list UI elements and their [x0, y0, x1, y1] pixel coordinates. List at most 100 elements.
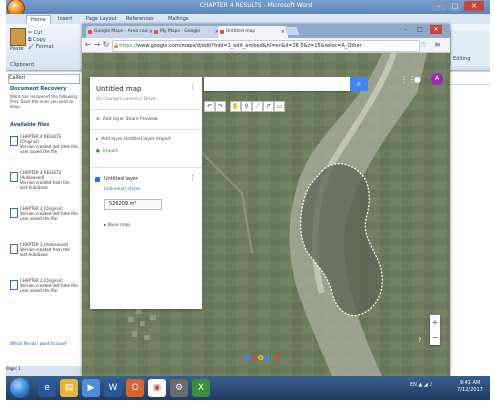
chrome-taskbar-icon[interactable]: ◉: [148, 379, 166, 397]
start-button-icon[interactable]: [10, 378, 30, 398]
map-actions-label: Add layer Share Preview: [102, 117, 158, 122]
recovery-file-item[interactable]: CHAPTER 3 [Autosaved] Version created fro…: [8, 242, 80, 272]
browser-tab[interactable]: Untitled map ×: [218, 26, 288, 38]
tab-mailings[interactable]: Mailings: [164, 15, 193, 23]
divider: [90, 167, 202, 168]
forward-icon[interactable]: →: [93, 40, 101, 50]
pin-icon: ●: [96, 149, 100, 154]
browser-menu-icon[interactable]: ≡: [434, 40, 441, 49]
minimize-button[interactable]: –: [432, 1, 446, 11]
add-layer-icon: ⊕: [96, 117, 100, 122]
file-subtitle: Version created from the last AutoSave: [20, 180, 70, 190]
account-avatar[interactable]: A: [431, 73, 443, 85]
map-side-panel: Untitled map ⋮ All changes saved in Driv…: [90, 77, 202, 309]
measured-area-value: 526209 m²: [104, 199, 162, 210]
map-actions-row[interactable]: ⊕ Add layer Share Preview: [96, 117, 158, 122]
help-icon[interactable]: ?: [418, 337, 421, 344]
system-tray[interactable]: EN ▲ ◢ ♪: [410, 382, 433, 388]
directions-icon[interactable]: ↱: [263, 101, 274, 112]
url-scheme: https://: [119, 43, 138, 49]
individual-styles-link[interactable]: Individual styles: [104, 187, 140, 192]
hand-icon[interactable]: ✋: [230, 101, 241, 112]
recovery-file-item[interactable]: CHAPTER 3 [Original] Version created last…: [8, 206, 80, 236]
favicon-icon: [88, 30, 92, 34]
recovery-note: Word has recovered the following files. …: [10, 94, 78, 109]
map-options-icon[interactable]: ⋮: [189, 83, 196, 91]
marker-icon[interactable]: ⚲: [241, 101, 252, 112]
recovery-heading: Document Recovery: [10, 86, 67, 92]
undo-icon[interactable]: ↶: [204, 101, 215, 112]
browser-window: Google Maps - Area calc × My Maps - Googl…: [82, 24, 450, 376]
maximize-button[interactable]: □: [448, 1, 462, 11]
base-map-toggle[interactable]: ▸ Base map: [104, 223, 130, 228]
word-taskbar-icon[interactable]: W: [104, 379, 122, 397]
layer-checkbox[interactable]: [95, 177, 100, 182]
redo-icon[interactable]: ↷: [215, 101, 226, 112]
outlook-taskbar-icon[interactable]: O: [126, 379, 144, 397]
browser-close-button[interactable]: ✕: [430, 25, 442, 34]
tab-page-layout[interactable]: Page Layout: [82, 15, 121, 23]
paste-icon[interactable]: [10, 28, 26, 46]
file-subtitle: Version created last time the user saved…: [20, 283, 78, 293]
settings-taskbar-icon[interactable]: ⚙: [170, 379, 188, 397]
font-select[interactable]: Calibri: [8, 74, 80, 84]
recovery-file-item[interactable]: CHAPTER 4 RESULTS [Original] Version crea…: [8, 134, 80, 164]
notifications-icon[interactable]: ●: [414, 75, 421, 84]
recovery-file-item[interactable]: CHAPTER 2 [Original] Version created last…: [8, 278, 80, 308]
cut-button[interactable]: ✂ Cut: [28, 30, 42, 36]
zoom-out-button[interactable]: −: [430, 330, 440, 345]
close-button[interactable]: ✕: [464, 1, 484, 11]
bookmark-star-icon[interactable]: ☆: [420, 40, 427, 49]
map-search-button[interactable]: ⌕: [350, 77, 368, 91]
tab-references[interactable]: References: [122, 15, 158, 23]
recovery-file-item[interactable]: CHAPTER 4 RESULTS [Autosaved] Version cre…: [8, 170, 80, 200]
map-title[interactable]: Untitled map: [96, 85, 141, 93]
search-icon: ⌕: [356, 79, 362, 88]
excel-taskbar-icon[interactable]: X: [192, 379, 210, 397]
map-search-input[interactable]: [204, 77, 350, 91]
windows-taskbar: e ▤ ▶ W O ◉ ⚙ X EN ▲ ◢ ♪ 9:41 AM 7/12/20…: [6, 376, 490, 400]
clipboard-label: Clipboard: [10, 62, 34, 68]
address-bar[interactable]: 🔒https://www.google.com/maps/d/edit?mid=…: [112, 40, 420, 52]
browser-maximize-button[interactable]: □: [414, 25, 426, 34]
status-bar: Page: 1: [6, 366, 82, 376]
file-subtitle: Version created last time the user saved…: [20, 211, 78, 221]
map-canvas[interactable]: Untitled map ⋮ All changes saved in Driv…: [82, 53, 450, 376]
tab-home[interactable]: Home: [26, 15, 51, 24]
browser-tab[interactable]: Google Maps - Area calc ×: [86, 26, 156, 38]
internet-explorer-icon[interactable]: e: [38, 379, 56, 397]
which-file-link[interactable]: Which file do I want to save?: [10, 341, 68, 346]
document-icon: [10, 280, 18, 290]
format-painter-button[interactable]: 🖌 Format: [28, 44, 54, 50]
browser-tab[interactable]: My Maps - Google ×: [152, 26, 222, 38]
new-tab-button[interactable]: [284, 27, 300, 35]
layer-title[interactable]: Untitled layer: [104, 176, 138, 182]
available-files-heading: Available files: [10, 122, 50, 128]
styles-ribbon-group: Editing: [450, 30, 490, 66]
paste-label[interactable]: Paste: [10, 46, 24, 52]
ribbon-tabs: Home Insert Page Layout References Maili…: [6, 14, 490, 24]
import-link[interactable]: ● Import: [96, 149, 118, 154]
layer-row[interactable]: ▸ Add layer Untitled layer Import: [96, 137, 171, 142]
tab-label: My Maps - Google: [160, 29, 201, 34]
clock[interactable]: 9:41 AM 7/12/2017: [454, 380, 486, 394]
tab-insert[interactable]: Insert: [54, 15, 76, 23]
draw-line-icon[interactable]: ⟋: [252, 101, 263, 112]
reload-icon[interactable]: ↻: [102, 40, 110, 50]
copy-button[interactable]: ⧉ Copy: [28, 37, 46, 43]
media-player-icon[interactable]: ▶: [82, 379, 100, 397]
zoom-in-button[interactable]: +: [430, 315, 440, 330]
import-label: Import: [102, 149, 118, 154]
save-status: All changes saved in Drive: [96, 97, 156, 102]
file-explorer-icon[interactable]: ▤: [60, 379, 78, 397]
word-titlebar: CHAPTER 4 RESULTS - Microsoft Word – □ ✕: [6, 0, 490, 16]
document-icon: [10, 208, 18, 218]
back-icon[interactable]: ←: [84, 40, 92, 50]
favicon-icon: [154, 30, 158, 34]
ruler-icon[interactable]: ▭: [274, 101, 285, 112]
favicon-icon: [220, 30, 224, 34]
layer-options-icon[interactable]: ⋮: [189, 174, 196, 182]
layer-row-label: Add layer Untitled layer Import: [101, 137, 172, 142]
browser-minimize-button[interactable]: –: [400, 25, 412, 34]
word-window-title: CHAPTER 4 RESULTS - Microsoft Word: [199, 2, 313, 9]
